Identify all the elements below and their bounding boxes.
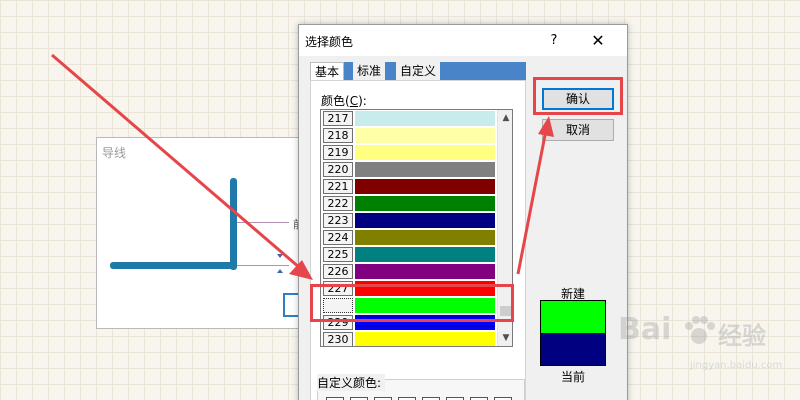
color-row[interactable]: 223 bbox=[321, 212, 496, 229]
scroll-up-arrow-icon[interactable]: ▲ bbox=[498, 110, 512, 126]
dimension-line bbox=[237, 265, 289, 266]
color-index-number: 221 bbox=[323, 179, 353, 194]
dialog-titlebar: 选择颜色 ? ✕ bbox=[299, 25, 627, 56]
color-swatch bbox=[355, 128, 495, 143]
color-row[interactable]: 224 bbox=[321, 229, 496, 246]
paw-logo-icon bbox=[685, 316, 715, 344]
dimension-arrow-icon bbox=[277, 269, 283, 273]
color-preview bbox=[540, 300, 606, 366]
color-row[interactable]: 217 bbox=[321, 110, 496, 127]
color-divider bbox=[355, 325, 495, 327]
color-row[interactable]: 218 bbox=[321, 127, 496, 144]
angle-steel-horizontal bbox=[110, 262, 237, 269]
color-swatch bbox=[355, 247, 495, 262]
scroll-down-arrow-icon[interactable]: ▼ bbox=[498, 330, 512, 346]
color-swatch bbox=[355, 332, 495, 346]
angle-steel-vertical bbox=[230, 178, 237, 270]
color-index-number: 223 bbox=[323, 213, 353, 228]
close-button[interactable]: ✕ bbox=[582, 30, 614, 52]
color-index-number: 224 bbox=[323, 230, 353, 245]
cancel-button[interactable]: 取消 bbox=[542, 119, 614, 141]
highlight-box-color-228 bbox=[310, 284, 514, 322]
color-row[interactable]: 230 bbox=[321, 331, 496, 346]
baidu-jingyan-watermark: Bai 经验 jingyan.baidu.com bbox=[618, 312, 783, 371]
color-row[interactable]: 220 bbox=[321, 161, 496, 178]
color-swatch bbox=[355, 264, 495, 279]
color-swatch bbox=[355, 230, 495, 245]
color-row[interactable]: 225 bbox=[321, 246, 496, 263]
color-row[interactable]: 219 bbox=[321, 144, 496, 161]
current-color-swatch bbox=[541, 333, 605, 365]
color-index-number: 217 bbox=[323, 111, 353, 126]
colors-label: 颜色(C): bbox=[321, 94, 367, 108]
color-swatch bbox=[355, 111, 495, 126]
tab-custom[interactable]: 自定义 bbox=[396, 62, 441, 80]
color-index-number: 230 bbox=[323, 332, 353, 346]
color-swatch bbox=[355, 145, 495, 160]
tab-basic[interactable]: 基本 bbox=[310, 62, 345, 80]
color-row[interactable]: 222 bbox=[321, 195, 496, 212]
dimension-line bbox=[237, 222, 289, 223]
custom-colors-label: 自定义颜色: bbox=[317, 374, 386, 391]
tab-strip: 基本 标准 自定义 bbox=[310, 62, 526, 80]
color-index-number: 225 bbox=[323, 247, 353, 262]
dialog-title: 选择颜色 bbox=[305, 35, 354, 49]
new-color-swatch bbox=[541, 301, 605, 333]
current-color-label: 当前 bbox=[561, 370, 586, 384]
tab-standard[interactable]: 标准 bbox=[353, 62, 386, 80]
color-row[interactable]: 226 bbox=[321, 263, 496, 280]
color-index-number: 219 bbox=[323, 145, 353, 160]
color-row[interactable]: 221 bbox=[321, 178, 496, 195]
color-swatch bbox=[355, 179, 495, 194]
highlight-box-ok bbox=[533, 77, 623, 115]
background-window-title: 导线 bbox=[102, 146, 127, 160]
background-window: 导线 前 bbox=[96, 137, 318, 329]
help-button[interactable]: ? bbox=[539, 31, 569, 51]
color-swatch bbox=[355, 162, 495, 177]
color-swatch bbox=[355, 213, 495, 228]
color-index-number: 220 bbox=[323, 162, 353, 177]
color-index-number: 226 bbox=[323, 264, 353, 279]
color-index-number: 218 bbox=[323, 128, 353, 143]
color-swatch bbox=[355, 196, 495, 211]
dimension-arrow-icon bbox=[277, 254, 283, 258]
color-index-number: 222 bbox=[323, 196, 353, 211]
